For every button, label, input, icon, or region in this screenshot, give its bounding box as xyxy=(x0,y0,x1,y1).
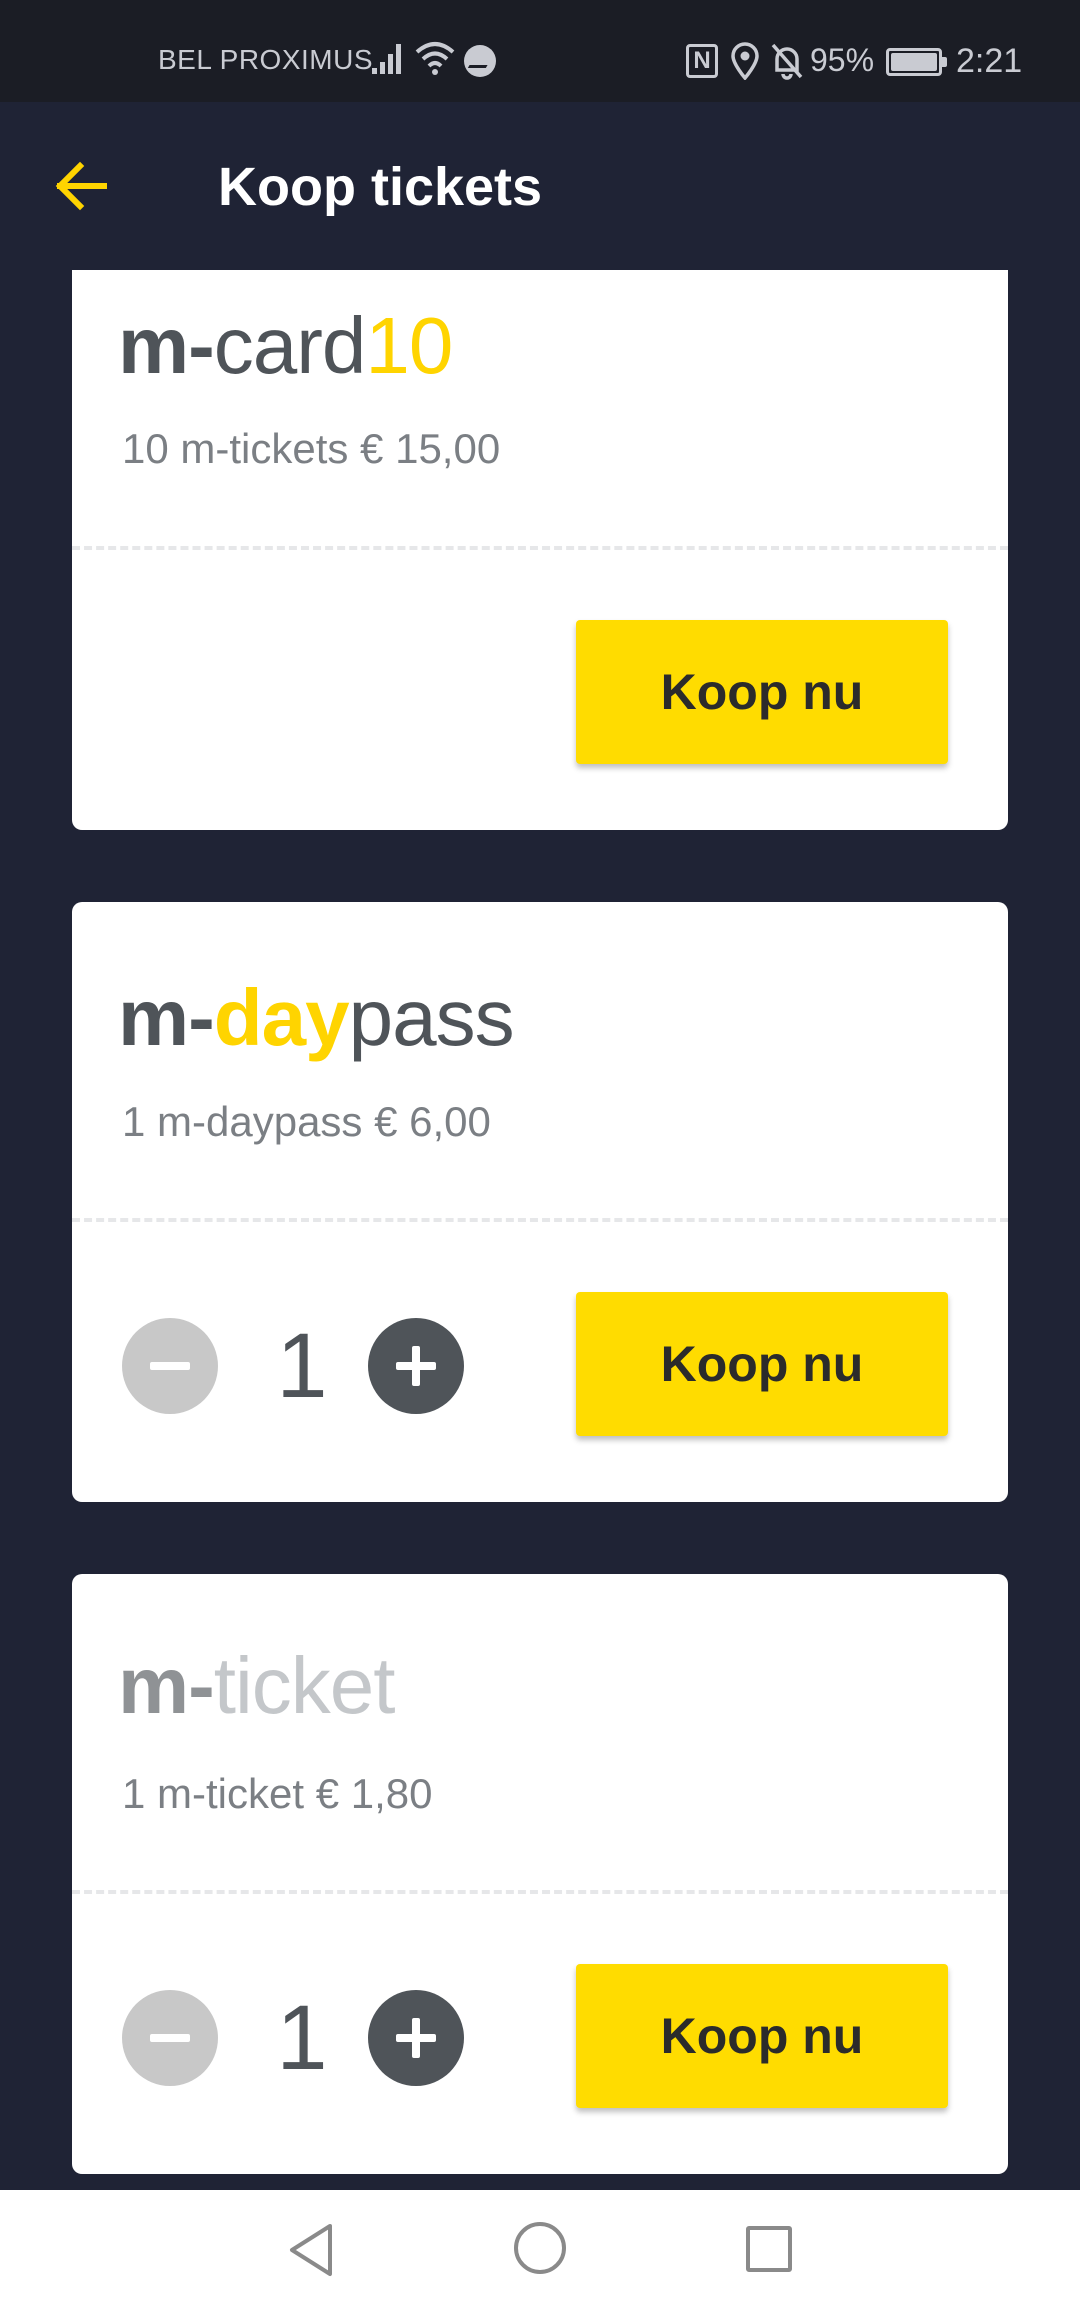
ticket-description: 1 m-daypass € 6,00 xyxy=(122,1098,491,1145)
logo-part: 10 xyxy=(365,301,453,390)
dashed-divider xyxy=(72,1218,1008,1222)
logo-part: day xyxy=(213,973,350,1062)
quantity-stepper: 1 xyxy=(122,1315,464,1417)
ticket-card-mticket: m-ticket 1 m-ticket € 1,80 1 Koop nu xyxy=(72,1574,1008,2174)
quantity-stepper: 1 xyxy=(122,1987,464,2089)
nav-back-icon[interactable] xyxy=(286,2222,336,2278)
page-title: Koop tickets xyxy=(218,157,543,217)
messenger-icon xyxy=(464,45,496,77)
status-bar: BEL PROXIMUS N 95% 2:21 xyxy=(0,0,1080,102)
logo-part: card xyxy=(213,301,367,390)
nav-home-icon[interactable] xyxy=(514,2222,566,2274)
signal-icon xyxy=(372,44,401,74)
app-header: Koop tickets xyxy=(0,102,1080,270)
logo-prefix: m- xyxy=(118,1641,215,1730)
ticket-description: 10 m-tickets € 15,00 xyxy=(122,425,501,472)
dashed-divider xyxy=(72,546,1008,550)
location-icon xyxy=(731,42,759,80)
mcard10-logo: m-card10 xyxy=(118,300,453,392)
buy-now-button[interactable]: Koop nu xyxy=(576,1964,948,2108)
arrow-left-icon[interactable] xyxy=(52,154,116,218)
logo-part: pass xyxy=(348,973,515,1062)
decrease-button[interactable] xyxy=(122,1318,218,1414)
carrier-label: BEL PROXIMUS xyxy=(158,44,374,75)
quantity-value: 1 xyxy=(276,1315,328,1417)
logo-prefix: m- xyxy=(118,973,215,1062)
logo-part: ticket xyxy=(213,1641,396,1730)
battery-icon xyxy=(886,48,947,76)
mticket-logo: m-ticket xyxy=(118,1640,395,1732)
bell-off-icon xyxy=(771,43,803,80)
clock: 2:21 xyxy=(956,42,1023,80)
increase-button[interactable] xyxy=(368,1318,464,1414)
quantity-value: 1 xyxy=(276,1987,328,2089)
increase-button[interactable] xyxy=(368,1990,464,2086)
ticket-card-mcard10: m-card10 10 m-tickets € 15,00 Koop nu xyxy=(72,270,1008,830)
wifi-icon xyxy=(415,42,455,75)
system-nav-bar xyxy=(0,2190,1080,2310)
logo-prefix: m- xyxy=(118,301,215,390)
mdaypass-logo: m-daypass xyxy=(118,972,515,1064)
battery-percent: 95% xyxy=(810,42,875,78)
nfc-icon: N xyxy=(686,44,718,78)
buy-now-button[interactable]: Koop nu xyxy=(576,620,948,764)
decrease-button[interactable] xyxy=(122,1990,218,2086)
nav-recents-icon[interactable] xyxy=(746,2226,792,2272)
ticket-card-mdaypass: m-daypass 1 m-daypass € 6,00 1 Koop nu xyxy=(72,902,1008,1502)
dashed-divider xyxy=(72,1890,1008,1894)
buy-now-button[interactable]: Koop nu xyxy=(576,1292,948,1436)
ticket-description: 1 m-ticket € 1,80 xyxy=(122,1770,433,1817)
